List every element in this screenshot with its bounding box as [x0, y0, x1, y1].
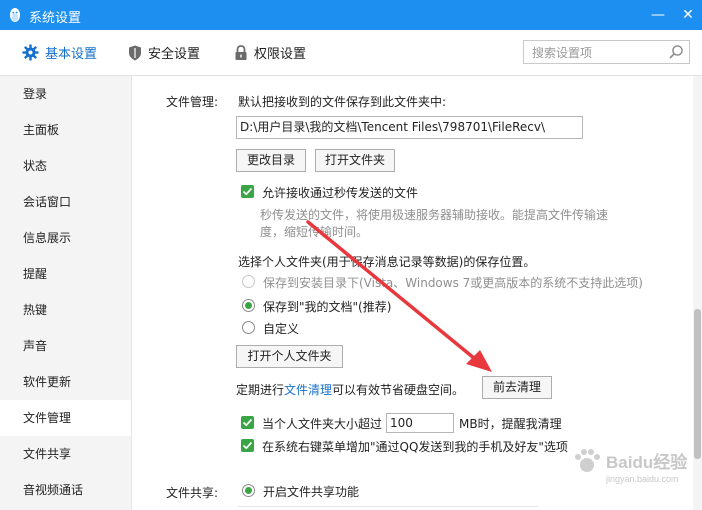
go-cleanup-button[interactable]: 前去清理 — [482, 376, 552, 399]
search-box[interactable] — [523, 40, 690, 64]
radio-save-install-dir — [242, 275, 255, 288]
title-bar: 系统设置 — ✕ — [0, 0, 702, 30]
allow-quick-transfer-checkbox[interactable] — [241, 185, 254, 198]
shield-icon — [129, 45, 141, 60]
settings-toolbar: 基本设置 安全设置 权限设置 — [0, 30, 702, 76]
custom-label: 自定义 — [263, 322, 300, 336]
size-reminder-post-label: MB时，提醒我清理 — [459, 417, 562, 431]
checkmark-icon — [242, 418, 253, 427]
tab-label: 权限设置 — [254, 47, 307, 62]
checkmark-icon — [242, 187, 253, 196]
sidebar-item[interactable]: 软件更新 — [0, 364, 131, 400]
settings-sidebar: 登录 主面板 状态 会话窗口 信息展示 提醒 热键 声音 软件更新 文件管理 文件共享 音视频通话 — [0, 76, 132, 510]
receive-folder-path-field[interactable]: D:\用户目录\我的文档\Tencent Files\798701\FileRe… — [236, 116, 583, 139]
context-menu-checkbox[interactable] — [241, 439, 254, 452]
sidebar-item[interactable]: 主面板 — [0, 112, 131, 148]
allow-quick-transfer-label: 允许接收通过秒传发送的文件 — [262, 186, 419, 200]
partial-next-option — [238, 506, 538, 510]
watermark-subtext: jingyan.baidu.com — [606, 474, 679, 484]
cleanup-post: 可以有效节省硬盘空间。 — [332, 383, 465, 397]
tab-basic-settings[interactable]: 基本设置 — [22, 30, 97, 75]
radio-save-my-documents[interactable] — [242, 299, 255, 312]
open-folder-button[interactable]: 打开文件夹 — [315, 149, 395, 172]
size-reminder-pre-label: 当个人文件夹大小超过 — [262, 417, 383, 431]
checkmark-icon — [242, 441, 253, 450]
lock-icon — [235, 44, 247, 60]
enable-file-share-label: 开启文件共享功能 — [263, 485, 360, 499]
sidebar-item[interactable]: 状态 — [0, 148, 131, 184]
gear-icon — [22, 44, 39, 61]
save-install-dir-label: 保存到安装目录下(Vista、Windows 7或更高版本的系统不支持此选项) — [263, 276, 643, 290]
tab-label: 基本设置 — [45, 47, 98, 62]
section-label-file-management: 文件管理: — [166, 95, 219, 109]
close-button[interactable]: ✕ — [676, 4, 700, 26]
file-cleanup-link[interactable]: 文件清理 — [284, 383, 332, 397]
paw-logo-icon — [575, 449, 600, 472]
sidebar-item[interactable]: 声音 — [0, 328, 131, 364]
qq-penguin-icon — [10, 8, 20, 22]
tab-label: 安全设置 — [148, 47, 201, 62]
sidebar-item[interactable]: 音视频通话 — [0, 472, 131, 508]
window-title: 系统设置 — [29, 11, 82, 26]
sidebar-item[interactable]: 信息展示 — [0, 220, 131, 256]
folder-size-limit-input[interactable]: 100 — [386, 413, 454, 433]
open-personal-folder-button[interactable]: 打开个人文件夹 — [236, 345, 343, 368]
quick-transfer-description-line1: 秒传发送的文件，将使用极速服务器辅助接收。能提高文件传输速 — [260, 208, 609, 222]
save-my-documents-label: 保存到"我的文档"(推荐) — [263, 300, 392, 314]
save-location-description: 默认把接收到的文件保存到此文件夹中: — [238, 95, 447, 109]
quick-transfer-description-line2: 度，缩短传输时间。 — [260, 225, 369, 239]
size-reminder-checkbox[interactable] — [241, 416, 254, 429]
scrollbar-thumb[interactable] — [694, 309, 701, 459]
search-icon[interactable] — [668, 44, 684, 60]
sidebar-item[interactable]: 文件共享 — [0, 436, 131, 472]
sidebar-item[interactable]: 会话窗口 — [0, 184, 131, 220]
change-directory-button[interactable]: 更改目录 — [236, 149, 306, 172]
radio-enable-file-share[interactable] — [242, 484, 255, 497]
cleanup-text: 定期进行文件清理可以有效节省硬盘空间。 — [236, 381, 464, 398]
sidebar-item[interactable]: 热键 — [0, 292, 131, 328]
tab-security-settings[interactable]: 安全设置 — [128, 30, 200, 75]
sidebar-item[interactable]: 登录 — [0, 76, 131, 112]
sidebar-item[interactable]: 文件管理 — [0, 400, 131, 436]
tab-permission-settings[interactable]: 权限设置 — [234, 30, 306, 75]
minimize-button[interactable]: — — [646, 4, 670, 26]
watermark-text: Baidu经验 — [606, 453, 688, 472]
cleanup-pre: 定期进行 — [236, 383, 285, 397]
section-label-file-share: 文件共享: — [166, 486, 219, 500]
search-input[interactable] — [530, 42, 664, 64]
sidebar-item[interactable]: 提醒 — [0, 256, 131, 292]
context-menu-label: 在系统右键菜单增加"通过QQ发送到我的手机及好友"选项 — [262, 440, 568, 454]
radio-custom[interactable] — [242, 321, 255, 334]
baidu-watermark: Baidu经验 jingyan.baidu.com — [572, 438, 702, 510]
personal-folder-description: 选择个人文件夹(用于保存消息记录等数据)的保存位置。 — [238, 255, 536, 269]
